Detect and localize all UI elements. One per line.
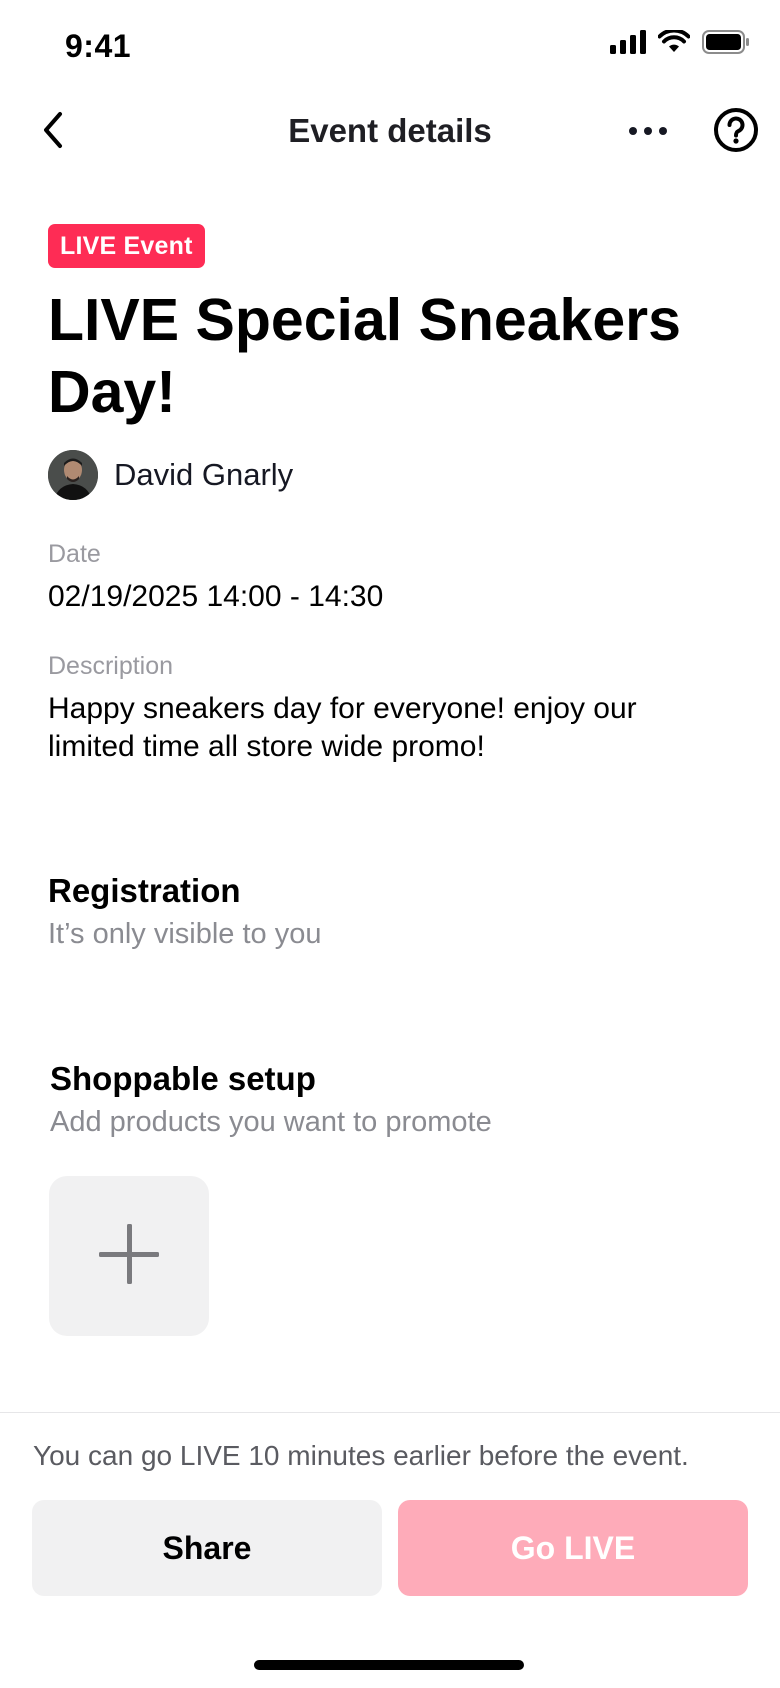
signal-icon — [610, 30, 646, 59]
avatar — [48, 450, 98, 500]
registration-subtitle: It’s only visible to you — [48, 918, 322, 950]
footer-divider — [0, 1412, 780, 1413]
status-bar: 9:41 — [0, 0, 780, 96]
event-details-screen: 9:41 Event details LIVE Event LIVE Speci… — [0, 0, 780, 1688]
status-time: 9:41 — [65, 28, 132, 64]
share-button[interactable]: Share — [32, 1500, 382, 1596]
date-value: 02/19/2025 14:00 - 14:30 — [48, 580, 384, 613]
more-options-button[interactable] — [624, 108, 672, 156]
date-label: Date — [48, 540, 101, 568]
event-title: LIVE Special Sneakers Day! — [48, 287, 681, 425]
help-button[interactable] — [710, 106, 762, 158]
live-event-badge: LIVE Event — [48, 224, 205, 268]
registration-title: Registration — [48, 872, 241, 909]
home-indicator — [254, 1660, 524, 1670]
nav-bar: Event details — [0, 96, 780, 168]
add-product-button[interactable] — [49, 1176, 209, 1336]
host-name: David Gnarly — [114, 457, 294, 492]
description-label: Description — [48, 652, 174, 680]
battery-icon — [702, 30, 750, 59]
shoppable-title: Shoppable setup — [50, 1060, 316, 1097]
go-live-button[interactable]: Go LIVE — [398, 1500, 748, 1596]
more-horizontal-icon — [628, 123, 668, 141]
plus-icon — [97, 1222, 161, 1291]
host-row[interactable]: David Gnarly — [48, 450, 293, 500]
description-value: Happy sneakers day for everyone! enjoy o… — [48, 692, 637, 763]
wifi-icon — [657, 28, 691, 59]
status-icons — [610, 28, 750, 59]
go-live-note: You can go LIVE 10 minutes earlier befor… — [33, 1440, 689, 1471]
question-circle-icon — [713, 107, 759, 158]
shoppable-subtitle: Add products you want to promote — [50, 1106, 492, 1138]
